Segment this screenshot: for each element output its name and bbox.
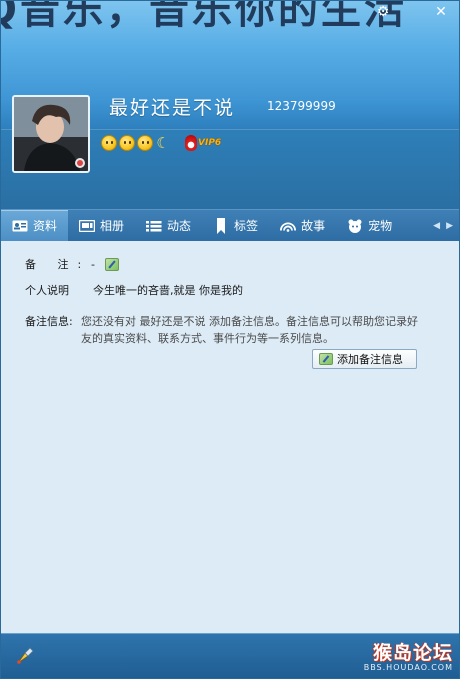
vip-badge[interactable]: VIP6	[185, 135, 221, 151]
qq-number: 123799999	[267, 99, 336, 113]
tab-bar: 资料 相册 动态 标签 故事 宠物 ◀ ▶	[1, 209, 459, 247]
photo-album-icon	[79, 218, 96, 234]
status-icons: ☾ VIP6	[101, 133, 221, 153]
watermark-url: BBS.HOUDAO.COM	[363, 663, 453, 672]
forum-watermark: 猴岛论坛 BBS.HOUDAO.COM	[364, 638, 453, 672]
add-remark-button[interactable]: 添加备注信息	[312, 349, 417, 369]
settings-icon[interactable]: ⚙	[373, 3, 393, 21]
tab-label: 标签	[234, 219, 259, 233]
bookmark-icon	[213, 217, 229, 234]
profile-header: Q音乐，音乐你的生活 ⚙ ✕ 最好还是不说 123799999 ☾ VIP6	[1, 1, 459, 209]
banner-text: Q音乐，音乐你的生活	[1, 1, 408, 33]
smiley-icon[interactable]	[137, 135, 153, 151]
avatar-image	[14, 97, 88, 171]
profile-footer: 猴岛论坛 BBS.HOUDAO.COM	[1, 633, 459, 678]
vip-label: VIP6	[198, 138, 222, 148]
tab-feed[interactable]: 动态	[135, 210, 202, 241]
signature-value: 今生唯一的吝啬,就是 你是我的	[93, 284, 243, 297]
profile-window: Q音乐，音乐你的生活 ⚙ ✕ 最好还是不说 123799999 ☾ VIP6 资…	[0, 0, 460, 679]
brush-tool-icon[interactable]	[15, 646, 35, 666]
tab-album[interactable]: 相册	[68, 210, 135, 241]
nickname: 最好还是不说	[109, 97, 236, 119]
pet-icon	[347, 218, 363, 234]
add-remark-button-label: 添加备注信息	[337, 353, 403, 366]
tab-profile[interactable]: 资料	[1, 210, 69, 247]
chevron-left-icon[interactable]: ◀	[433, 221, 440, 231]
feed-list-icon	[146, 218, 162, 234]
chevron-right-icon[interactable]: ▶	[446, 221, 453, 231]
remark-label: 备 注:	[25, 258, 91, 271]
moon-icon[interactable]: ☾	[155, 135, 171, 151]
smiley-icon[interactable]	[119, 135, 135, 151]
tab-label: 宠物	[368, 219, 393, 233]
tab-label: 动态	[167, 219, 192, 233]
tab-tags[interactable]: 标签	[202, 210, 269, 241]
tab-story[interactable]: 故事	[269, 210, 336, 241]
remark-info-text: 您还没有对 最好还是不说 添加备注信息。备注信息可以帮助您记录好友的真实资料、联…	[81, 315, 418, 345]
penguin-icon	[185, 135, 197, 151]
remark-value: -	[91, 258, 95, 271]
tab-pet[interactable]: 宠物	[336, 210, 403, 241]
tab-scroll-controls: ◀ ▶	[433, 210, 459, 241]
tab-label: 相册	[100, 219, 125, 233]
edit-note-icon	[319, 353, 333, 365]
watermark-title: 猴岛论坛	[372, 642, 453, 664]
profile-content: 备 注: - 个人说明 今生唯一的吝啬,就是 你是我的 备注信息: 您还没有对 …	[1, 241, 459, 633]
remark-info-label: 备注信息:	[25, 315, 73, 328]
tab-label: 资料	[33, 219, 58, 233]
close-icon[interactable]: ✕	[431, 3, 451, 21]
signature-label: 个人说明	[25, 284, 69, 297]
profile-card-icon	[12, 218, 28, 234]
smiley-icon[interactable]	[101, 135, 117, 151]
tab-label: 故事	[301, 219, 326, 233]
story-arcs-icon	[280, 218, 297, 234]
avatar[interactable]	[12, 95, 90, 173]
edit-remark-icon[interactable]	[105, 258, 119, 271]
